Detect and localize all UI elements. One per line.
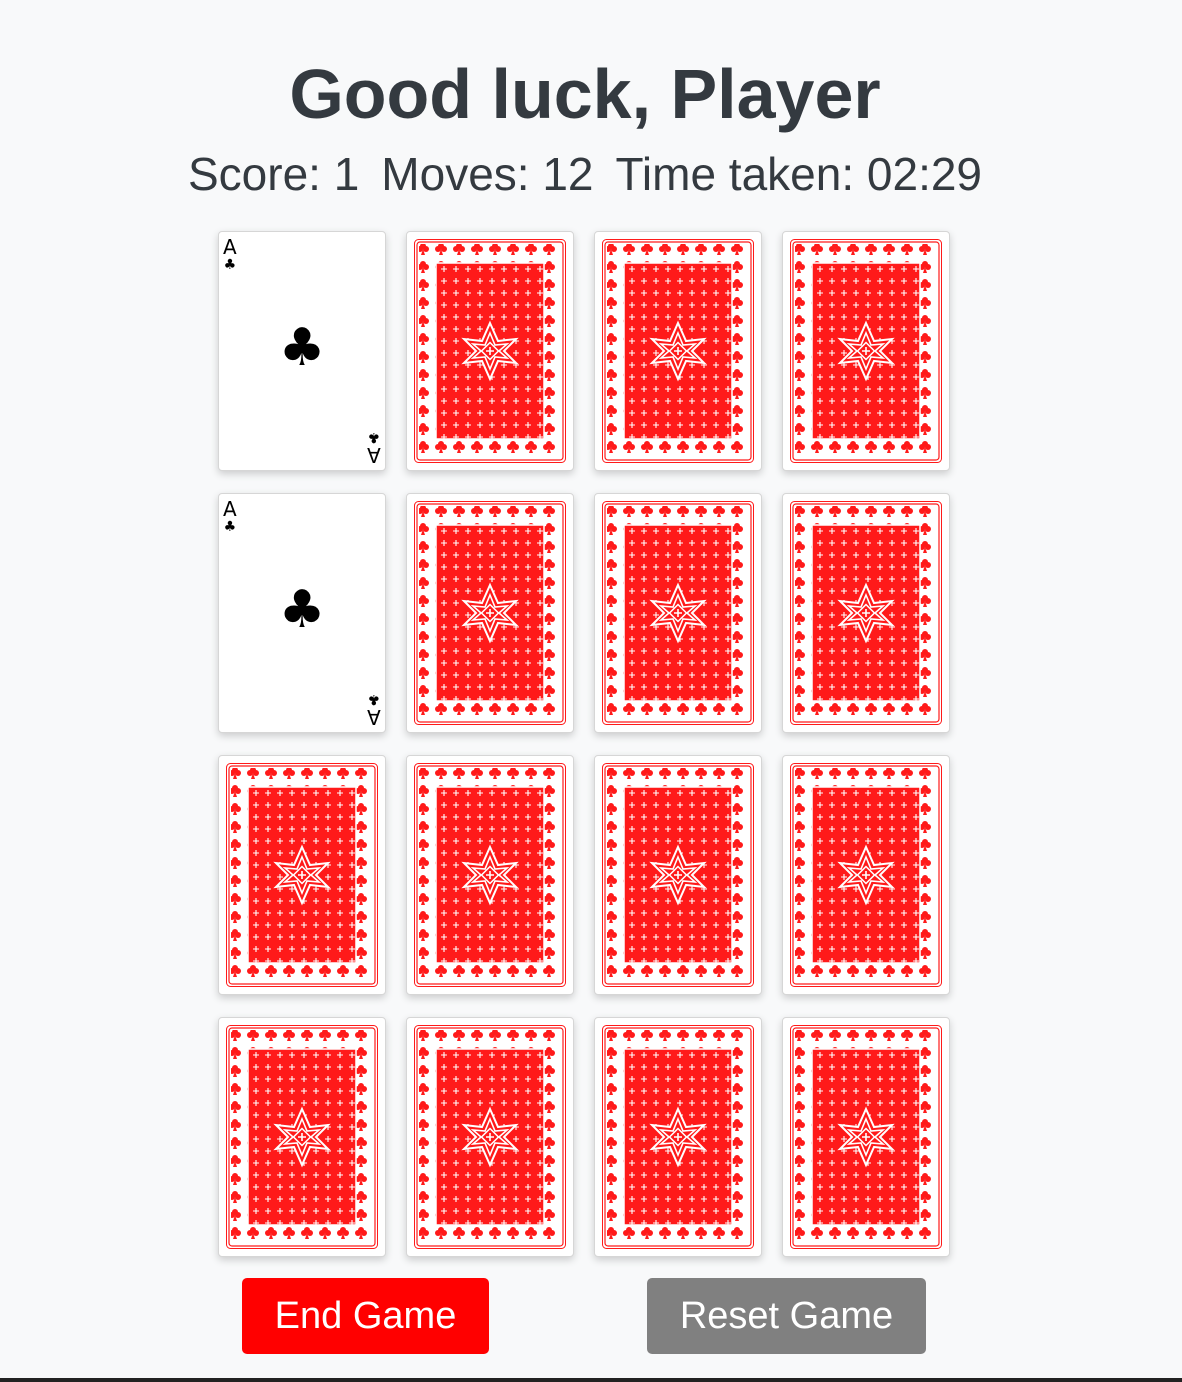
card-back-pattern-icon (414, 501, 566, 725)
card-rank: A (223, 235, 237, 259)
card-face-down[interactable] (406, 493, 574, 733)
club-icon: ♣ (367, 429, 381, 445)
card-rank: A (367, 443, 381, 467)
card-face-down[interactable] (406, 231, 574, 471)
card-back-pattern-icon (226, 763, 378, 987)
club-icon: ♣ (278, 580, 326, 640)
card-back-pattern-icon (602, 501, 754, 725)
card-face-down[interactable] (782, 493, 950, 733)
card-face-down[interactable] (782, 231, 950, 471)
card-back-pattern-icon (602, 763, 754, 987)
card-face-down[interactable] (594, 493, 762, 733)
card-face-down[interactable] (406, 1017, 574, 1257)
card-back-pattern-icon (602, 239, 754, 463)
card-face-up[interactable]: A ♣ ♣ A ♣ (218, 493, 386, 733)
card-rank: A (367, 705, 381, 729)
card-face-down[interactable] (782, 1017, 950, 1257)
card-back-pattern-icon (414, 239, 566, 463)
card-corner-bottom: A ♣ (367, 691, 381, 729)
club-icon: ♣ (367, 691, 381, 707)
card-back-pattern-icon (414, 1025, 566, 1249)
time-label: Time taken: 02:29 (615, 148, 983, 200)
card-corner-top: A ♣ (223, 237, 237, 272)
game-page: Good luck, Player Score: 1 Moves: 12 Tim… (0, 0, 1182, 1378)
card-back-pattern-icon (226, 1025, 378, 1249)
card-face-down[interactable] (594, 755, 762, 995)
card-corner-top: A ♣ (223, 499, 237, 534)
card-rank: A (223, 497, 237, 521)
club-icon: ♣ (223, 519, 237, 535)
card-face-down[interactable] (218, 755, 386, 995)
card-face-down[interactable] (218, 1017, 386, 1257)
card-face-down[interactable] (594, 231, 762, 471)
card-board: A ♣ ♣ A ♣ A ♣ ♣ A ♣ (218, 231, 950, 1257)
club-icon: ♣ (278, 318, 326, 378)
club-icon: ♣ (223, 257, 237, 273)
moves-label: Moves: 12 (381, 148, 594, 200)
card-corner-bottom: A ♣ (367, 429, 381, 467)
card-face-down[interactable] (594, 1017, 762, 1257)
card-back-pattern-icon (790, 501, 942, 725)
card-back-pattern-icon (790, 763, 942, 987)
page-title: Good luck, Player (289, 55, 881, 133)
card-back-pattern-icon (602, 1025, 754, 1249)
card-face-down[interactable] (406, 755, 574, 995)
card-back-pattern-icon (790, 239, 942, 463)
score-label: Score: 1 (187, 148, 360, 200)
card-back-pattern-icon (790, 1025, 942, 1249)
card-back-pattern-icon (414, 763, 566, 987)
stats-bar: Score: 1 Moves: 12 Time taken: 02:29 (0, 146, 1170, 202)
end-game-button[interactable]: End Game (242, 1278, 489, 1354)
card-face-up[interactable]: A ♣ ♣ A ♣ (218, 231, 386, 471)
card-face-down[interactable] (782, 755, 950, 995)
bottom-rule (0, 1378, 1182, 1382)
reset-game-button[interactable]: Reset Game (647, 1278, 926, 1354)
